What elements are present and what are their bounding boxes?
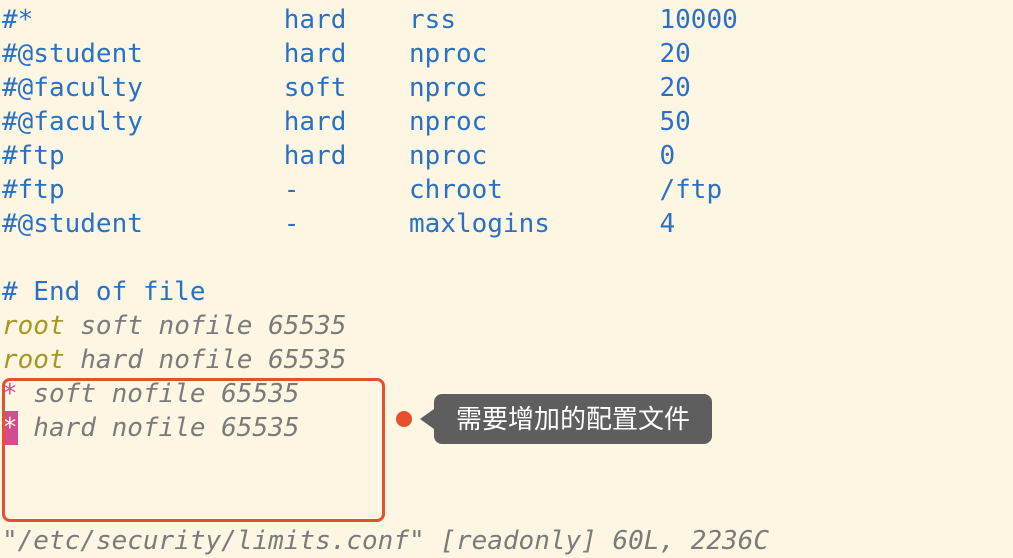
- callout-text: 需要增加的配置文件: [456, 404, 690, 434]
- comment-line: #@student hard nproc 20: [2, 37, 1011, 71]
- annotation-dot: [396, 411, 412, 427]
- annotation-callout: 需要增加的配置文件: [434, 394, 712, 444]
- user-root: root: [2, 345, 65, 375]
- comment-line: #@student - maxlogins 4: [2, 207, 1011, 241]
- vim-status-line: "/etc/security/limits.conf" [readonly] 6…: [2, 524, 769, 558]
- comment-line: #ftp hard nproc 0: [2, 139, 1011, 173]
- comment-line: #* hard rss 10000: [2, 3, 1011, 37]
- config-line: root soft nofile 65535: [2, 309, 1011, 343]
- config-line: root hard nofile 65535: [2, 343, 1011, 377]
- user-root: root: [2, 311, 65, 341]
- comment-line: #@faculty soft nproc 20: [2, 71, 1011, 105]
- end-of-file-comment: # End of file: [2, 275, 1011, 309]
- blank-line: [2, 241, 1011, 275]
- annotation-highlight-box: [2, 378, 385, 522]
- comment-line: #@faculty hard nproc 50: [2, 105, 1011, 139]
- comment-line: #ftp - chroot /ftp: [2, 173, 1011, 207]
